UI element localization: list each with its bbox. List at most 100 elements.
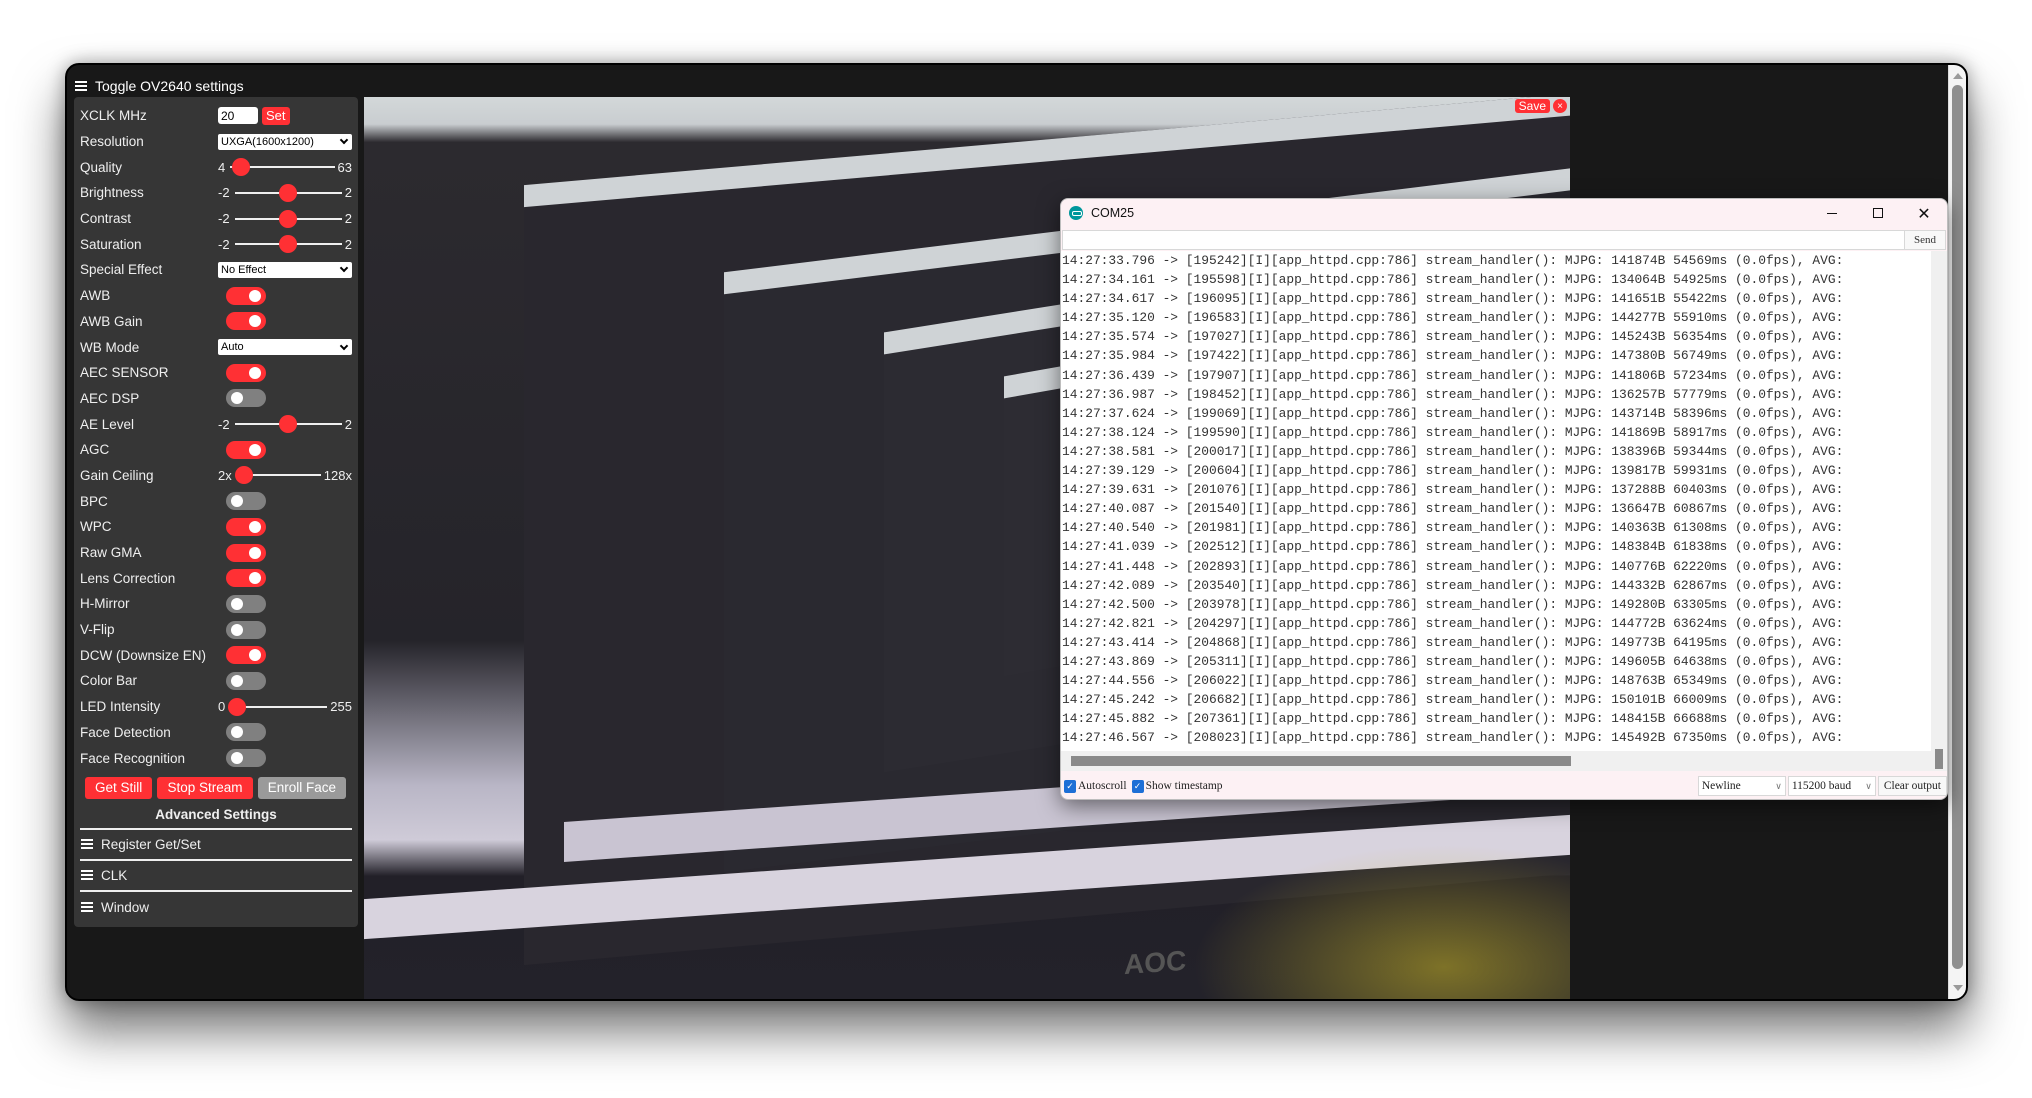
xclk-set-button[interactable]: Set <box>262 106 290 125</box>
log-line: 14:27:40.540 -> [201981][I][app_httpd.cp… <box>1062 520 1844 536</box>
aec-sensor-toggle[interactable] <box>226 363 266 382</box>
wpc-row: WPC <box>80 514 352 540</box>
special-effect-select[interactable]: No Effect <box>218 261 352 278</box>
resolution-label: Resolution <box>80 134 144 150</box>
resolution-value: UXGA(1600x1200) <box>221 135 314 148</box>
autoscroll-checkbox[interactable]: ✓ Autoscroll <box>1064 779 1127 793</box>
output-vertical-scrollbar[interactable] <box>1931 251 1947 771</box>
close-window-button[interactable]: ✕ <box>1901 199 1947 227</box>
maximize-button[interactable] <box>1855 199 1901 227</box>
brightness-track[interactable] <box>234 183 342 202</box>
log-line: 14:27:42.821 -> [204297][I][app_httpd.cp… <box>1062 615 1844 631</box>
brightness-slider[interactable]: -2 2 <box>218 183 352 202</box>
quality-thumb[interactable] <box>231 158 250 177</box>
saturation-track[interactable] <box>234 235 342 254</box>
bpc-label: BPC <box>80 493 108 509</box>
wb-mode-select[interactable]: Auto <box>218 339 352 356</box>
led-intensity-slider[interactable]: 0 255 <box>218 697 352 716</box>
lens-correction-toggle[interactable] <box>226 569 266 588</box>
quality-slider[interactable]: 4 63 <box>218 158 352 177</box>
contrast-slider[interactable]: -2 2 <box>218 209 352 228</box>
toggle-knob <box>231 623 243 636</box>
toggle-knob <box>231 674 243 687</box>
v-flip-toggle[interactable] <box>226 620 266 639</box>
quality-label: Quality <box>80 159 123 175</box>
quality-track[interactable] <box>230 158 335 177</box>
stop-stream-button[interactable]: Stop Stream <box>157 776 253 799</box>
dcw-row: DCW (Downsize EN) <box>80 642 352 668</box>
output-horizontal-scrollbar[interactable] <box>1061 751 1931 771</box>
ae-level-track[interactable] <box>234 415 342 434</box>
gain-ceiling-track[interactable] <box>234 466 321 485</box>
send-button[interactable]: Send <box>1905 231 1945 249</box>
toggle-settings-label: Toggle OV2640 settings <box>95 78 244 94</box>
checkbox-checked-icon: ✓ <box>1131 779 1144 793</box>
enroll-face-button[interactable]: Enroll Face <box>257 776 346 799</box>
register-get-set-label: Register Get/Set <box>101 836 201 852</box>
toggle-knob <box>249 546 261 559</box>
saturation-slider[interactable]: -2 2 <box>218 235 352 254</box>
output-vscroll-thumb[interactable] <box>1935 749 1943 769</box>
led-intensity-track[interactable] <box>228 697 328 716</box>
awb-gain-toggle[interactable] <box>226 312 266 331</box>
log-line: 14:27:37.624 -> [199069][I][app_httpd.cp… <box>1062 405 1844 421</box>
serial-monitor-window: COM25 ✕ Send 14:27:33.796 -> [195242][I]… <box>1060 198 1948 800</box>
register-get-set-toggle[interactable]: Register Get/Set <box>80 830 352 861</box>
gain-ceiling-label: Gain Ceiling <box>80 467 154 483</box>
window-label: Window <box>101 899 150 915</box>
minimize-icon <box>1827 212 1837 214</box>
get-still-button[interactable]: Get Still <box>85 776 153 799</box>
awb-gain-row: AWB Gain <box>80 309 352 335</box>
line-ending-select[interactable]: Newline ∨ <box>1697 776 1786 796</box>
page-scrollbar-thumb[interactable] <box>1952 85 1963 969</box>
serial-send-input[interactable] <box>1063 231 1905 249</box>
clk-toggle[interactable]: CLK <box>80 861 352 892</box>
color-bar-toggle[interactable] <box>226 671 266 690</box>
serial-output: 14:27:33.796 -> [195242][I][app_httpd.cp… <box>1061 251 1947 771</box>
log-line: 14:27:41.448 -> [202893][I][app_httpd.cp… <box>1062 558 1844 574</box>
contrast-row: Contrast -2 2 <box>80 206 352 232</box>
chevron-down-icon <box>339 135 349 145</box>
log-line: 14:27:35.120 -> [196583][I][app_httpd.cp… <box>1062 310 1844 326</box>
ae-level-slider[interactable]: -2 2 <box>218 415 352 434</box>
awb-toggle[interactable] <box>226 286 266 305</box>
page-scrollbar[interactable] <box>1948 65 1966 999</box>
clear-output-button[interactable]: Clear output <box>1877 776 1947 796</box>
face-detection-toggle[interactable] <box>226 723 266 742</box>
contrast-track[interactable] <box>234 209 342 228</box>
menu-icon <box>81 870 93 880</box>
saturation-thumb[interactable] <box>279 235 298 254</box>
raw-gma-toggle[interactable] <box>226 543 266 562</box>
gain-ceiling-slider[interactable]: 2x 128x <box>218 466 352 485</box>
agc-toggle[interactable] <box>226 440 266 459</box>
scroll-up-icon[interactable] <box>1953 73 1963 79</box>
bpc-toggle[interactable] <box>226 492 266 511</box>
minimize-button[interactable] <box>1809 199 1855 227</box>
resolution-select[interactable]: UXGA(1600x1200) <box>218 133 352 150</box>
wb-mode-value: Auto <box>221 341 244 354</box>
show-timestamp-checkbox[interactable]: ✓ Show timestamp <box>1131 779 1223 793</box>
led-intensity-thumb[interactable] <box>228 697 247 716</box>
saturation-label: Saturation <box>80 236 142 252</box>
xclk-input[interactable] <box>218 107 258 125</box>
advanced-settings-title: Advanced Settings <box>80 807 352 830</box>
baud-rate-select[interactable]: 115200 baud ∨ <box>1787 776 1876 796</box>
save-stream-button[interactable]: Save <box>1514 99 1550 113</box>
face-recognition-toggle[interactable] <box>226 749 266 768</box>
brightness-thumb[interactable] <box>279 183 298 202</box>
gain-ceiling-thumb[interactable] <box>234 466 253 485</box>
lens-correction-label: Lens Correction <box>80 570 176 586</box>
h-mirror-toggle[interactable] <box>226 594 266 613</box>
aec-dsp-toggle[interactable] <box>226 389 266 408</box>
ae-level-thumb[interactable] <box>279 415 298 434</box>
scroll-down-icon[interactable] <box>1953 985 1963 991</box>
close-stream-button[interactable]: × <box>1553 99 1567 113</box>
dcw-toggle[interactable] <box>226 646 266 665</box>
output-hscroll-thumb[interactable] <box>1071 756 1571 766</box>
toggle-settings-header[interactable]: Toggle OV2640 settings <box>75 73 244 99</box>
contrast-thumb[interactable] <box>279 209 298 228</box>
wpc-toggle[interactable] <box>226 517 266 536</box>
special-effect-value: No Effect <box>221 263 267 276</box>
resolution-row: Resolution UXGA(1600x1200) <box>80 129 352 155</box>
window-toggle[interactable]: Window <box>80 892 352 923</box>
